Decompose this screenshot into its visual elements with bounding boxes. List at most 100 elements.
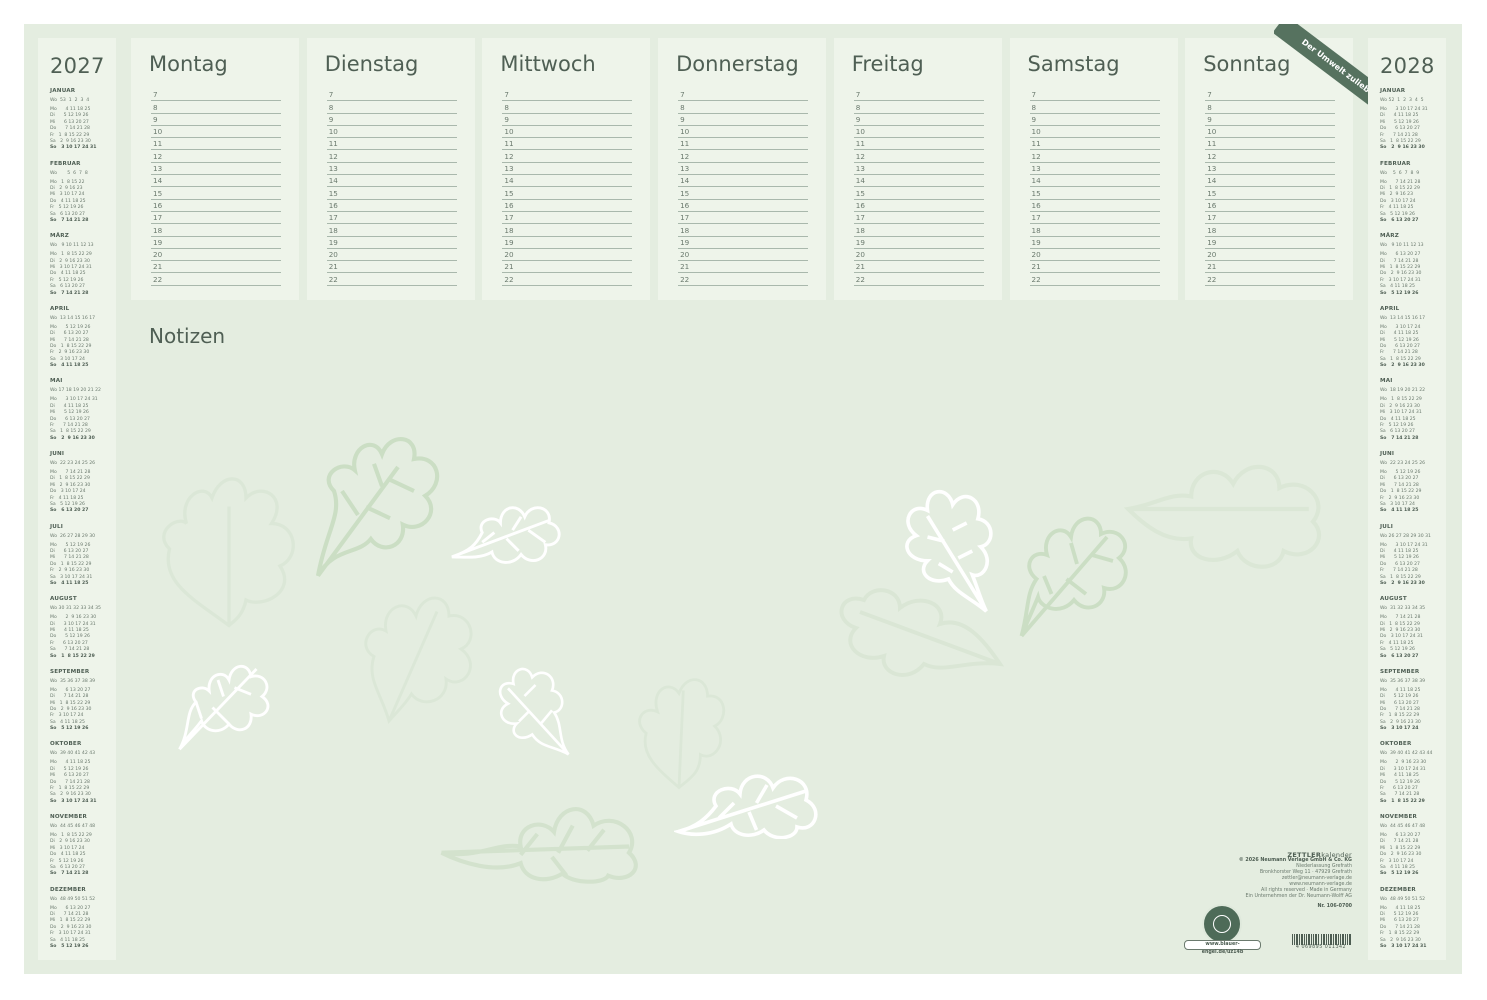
hour-line[interactable]: 20 (1029, 248, 1160, 262)
hour-line[interactable]: 19 (1029, 236, 1160, 249)
hour-line[interactable]: 13 (678, 162, 809, 176)
hour-line[interactable]: 13 (1205, 162, 1336, 176)
hour-line[interactable]: 15 (326, 186, 457, 200)
hour-line[interactable]: 12 (853, 150, 984, 163)
hour-line[interactable]: 19 (151, 236, 281, 249)
hour-line[interactable]: 20 (1205, 248, 1336, 262)
hour-line[interactable]: 17 (1029, 211, 1160, 225)
hour-line[interactable]: 14 (853, 174, 984, 188)
hour-line[interactable]: 17 (853, 211, 984, 225)
hour-line[interactable]: 8 (502, 100, 633, 114)
hour-line[interactable]: 16 (151, 199, 281, 212)
hour-line[interactable]: 8 (678, 100, 809, 114)
hour-line[interactable]: 9 (502, 113, 633, 126)
hour-line[interactable]: 15 (678, 186, 809, 200)
hour-line[interactable]: 20 (502, 248, 633, 262)
hour-line[interactable]: 20 (678, 248, 809, 262)
hour-line[interactable]: 21 (1205, 260, 1336, 274)
hour-line[interactable]: 12 (678, 150, 809, 163)
hour-line[interactable]: 12 (502, 150, 633, 163)
hour-line[interactable]: 18 (151, 223, 281, 237)
hour-line[interactable]: 10 (853, 125, 984, 139)
hour-line[interactable]: 21 (502, 260, 633, 274)
hour-line[interactable]: 13 (326, 162, 457, 176)
hour-line[interactable]: 21 (1029, 260, 1160, 274)
hour-line[interactable]: 18 (1205, 223, 1336, 237)
hour-line[interactable]: 21 (678, 260, 809, 274)
hour-line[interactable]: 21 (326, 260, 457, 274)
hour-line[interactable]: 8 (151, 100, 281, 114)
hour-line[interactable]: 11 (1205, 137, 1336, 151)
hour-line[interactable]: 18 (853, 223, 984, 237)
hour-line[interactable]: 22 (1029, 273, 1160, 286)
hour-line[interactable]: 18 (1029, 223, 1160, 237)
hour-line[interactable]: 11 (502, 137, 633, 151)
hour-line[interactable]: 17 (151, 211, 281, 225)
hour-line[interactable]: 16 (502, 199, 633, 212)
hour-line[interactable]: 15 (502, 186, 633, 200)
hour-line[interactable]: 17 (326, 211, 457, 225)
hour-line[interactable]: 19 (326, 236, 457, 249)
hour-line[interactable]: 10 (1029, 125, 1160, 139)
hour-line[interactable]: 11 (678, 137, 809, 151)
hour-line[interactable]: 15 (151, 186, 281, 200)
hour-line[interactable]: 17 (1205, 211, 1336, 225)
hour-line[interactable]: 8 (326, 100, 457, 114)
hour-line[interactable]: 21 (853, 260, 984, 274)
hour-line[interactable]: 15 (1029, 186, 1160, 200)
hour-line[interactable]: 11 (1029, 137, 1160, 151)
hour-line[interactable]: 14 (678, 174, 809, 188)
hour-line[interactable]: 16 (1205, 199, 1336, 212)
hour-line[interactable]: 15 (1205, 186, 1336, 200)
hour-line[interactable]: 9 (853, 113, 984, 126)
hour-line[interactable]: 19 (853, 236, 984, 249)
hour-line[interactable]: 18 (678, 223, 809, 237)
hour-line[interactable]: 16 (326, 199, 457, 212)
hour-line[interactable]: 19 (502, 236, 633, 249)
hour-line[interactable]: 10 (502, 125, 633, 139)
hour-line[interactable]: 11 (853, 137, 984, 151)
hour-line[interactable]: 12 (151, 150, 281, 163)
hour-line[interactable]: 14 (502, 174, 633, 188)
hour-line[interactable]: 22 (326, 273, 457, 286)
hour-line[interactable]: 16 (853, 199, 984, 212)
hour-line[interactable]: 18 (502, 223, 633, 237)
hour-line[interactable]: 19 (1205, 236, 1336, 249)
hour-line[interactable]: 22 (678, 273, 809, 286)
hour-line[interactable]: 11 (326, 137, 457, 151)
hour-line[interactable]: 20 (151, 248, 281, 262)
hour-line[interactable]: 20 (326, 248, 457, 262)
hour-line[interactable]: 15 (853, 186, 984, 200)
hour-line[interactable]: 7 (1029, 88, 1160, 102)
hour-line[interactable]: 17 (678, 211, 809, 225)
hour-line[interactable]: 14 (1029, 174, 1160, 188)
hour-line[interactable]: 10 (151, 125, 281, 139)
hour-line[interactable]: 12 (326, 150, 457, 163)
hour-line[interactable]: 9 (1205, 113, 1336, 126)
hour-line[interactable]: 8 (853, 100, 984, 114)
hour-line[interactable]: 13 (502, 162, 633, 176)
hour-line[interactable]: 7 (502, 88, 633, 102)
hour-line[interactable]: 13 (853, 162, 984, 176)
hour-line[interactable]: 7 (326, 88, 457, 102)
hour-line[interactable]: 9 (326, 113, 457, 126)
hour-line[interactable]: 7 (151, 88, 281, 102)
hour-line[interactable]: 22 (151, 273, 281, 286)
hour-line[interactable]: 22 (853, 273, 984, 286)
hour-line[interactable]: 20 (853, 248, 984, 262)
hour-line[interactable]: 22 (502, 273, 633, 286)
hour-line[interactable]: 14 (1205, 174, 1336, 188)
hour-line[interactable]: 17 (502, 211, 633, 225)
hour-line[interactable]: 9 (678, 113, 809, 126)
hour-line[interactable]: 9 (1029, 113, 1160, 126)
hour-line[interactable]: 18 (326, 223, 457, 237)
hour-line[interactable]: 19 (678, 236, 809, 249)
hour-line[interactable]: 14 (326, 174, 457, 188)
hour-line[interactable]: 14 (151, 174, 281, 188)
hour-line[interactable]: 16 (1029, 199, 1160, 212)
hour-line[interactable]: 10 (326, 125, 457, 139)
hour-line[interactable]: 8 (1029, 100, 1160, 114)
hour-line[interactable]: 9 (151, 113, 281, 126)
hour-line[interactable]: 12 (1029, 150, 1160, 163)
hour-line[interactable]: 13 (151, 162, 281, 176)
